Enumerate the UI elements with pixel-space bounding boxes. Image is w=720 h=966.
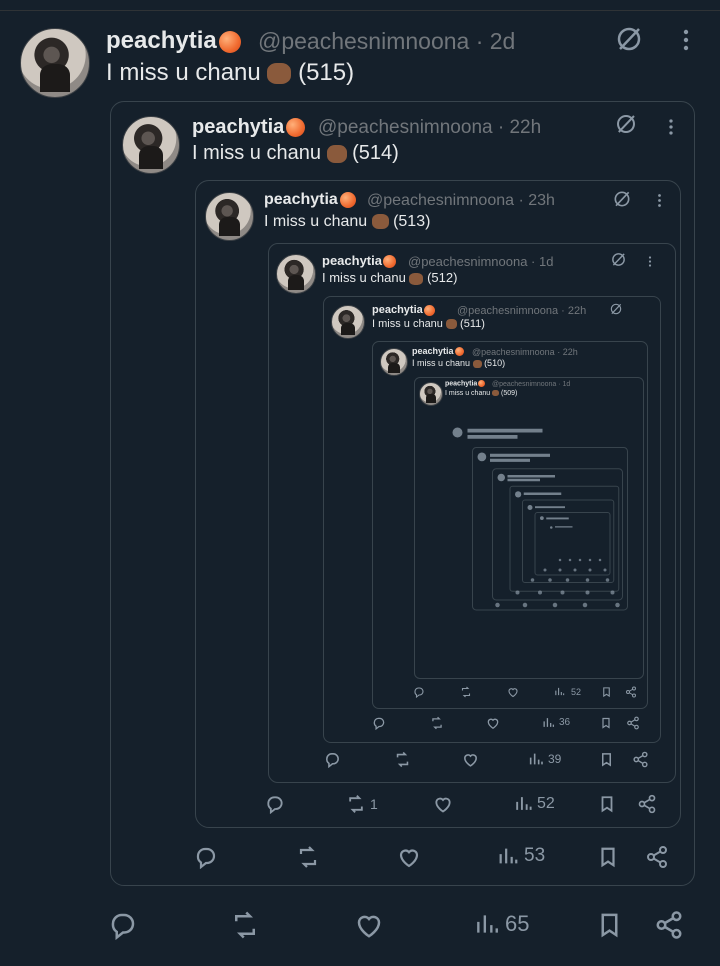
- reply-button[interactable]: [324, 751, 341, 768]
- tweet-text: I miss u chanu (514): [192, 142, 399, 164]
- grok-icon[interactable]: [614, 24, 644, 59]
- avatar[interactable]: [276, 254, 316, 294]
- avatar[interactable]: [331, 305, 365, 339]
- share-button[interactable]: [637, 794, 657, 814]
- share-button[interactable]: [645, 845, 669, 869]
- avatar[interactable]: [20, 28, 90, 98]
- bookmark-button[interactable]: [600, 716, 612, 730]
- like-button[interactable]: [433, 794, 453, 814]
- views-button[interactable]: 36: [542, 716, 570, 729]
- retweet-button[interactable]: [230, 910, 260, 940]
- more-icon[interactable]: [682, 28, 690, 57]
- grok-icon[interactable]: [614, 112, 638, 141]
- handle-timestamp[interactable]: @peachesnimnoona · 1d: [408, 254, 553, 269]
- display-name[interactable]: peachytia: [192, 116, 306, 139]
- more-icon[interactable]: [668, 118, 674, 141]
- peach-emoji-icon: [423, 304, 435, 316]
- retweet-button[interactable]: [460, 686, 472, 698]
- like-button[interactable]: [462, 751, 479, 768]
- views-button[interactable]: 39: [528, 751, 561, 767]
- like-button[interactable]: [486, 716, 500, 730]
- like-button[interactable]: [354, 910, 384, 940]
- avatar[interactable]: [205, 192, 254, 241]
- handle-timestamp[interactable]: @peachesnimnoona · 23h: [367, 192, 555, 210]
- tweet-text: I miss u chanu (515): [106, 59, 355, 86]
- top-divider: [0, 0, 720, 11]
- peach-emoji-icon: [478, 380, 486, 387]
- bookmark-button[interactable]: [601, 686, 612, 698]
- display-name[interactable]: peachytia: [445, 380, 486, 387]
- bear-emoji-icon: [267, 63, 292, 85]
- display-name[interactable]: peachytia: [106, 27, 241, 55]
- reply-button[interactable]: [265, 794, 285, 814]
- more-icon[interactable]: [648, 255, 652, 273]
- share-button[interactable]: [625, 686, 637, 698]
- retweet-button[interactable]: [296, 845, 320, 869]
- peach-emoji-icon: [339, 191, 356, 208]
- tweet-text: I miss u chanu (511): [372, 318, 485, 330]
- tweet-text: I miss u chanu (512): [322, 270, 458, 285]
- peach-emoji-icon: [454, 347, 464, 357]
- recursive-quote-tail: [452, 427, 628, 611]
- bookmark-button[interactable]: [597, 845, 619, 869]
- display-name[interactable]: peachytia: [372, 304, 435, 316]
- peach-emoji-icon: [286, 118, 306, 138]
- share-button[interactable]: [632, 751, 649, 768]
- tweet-text: I miss u chanu (509): [445, 390, 518, 397]
- like-button[interactable]: [397, 845, 421, 869]
- reply-button[interactable]: [108, 910, 138, 940]
- display-name[interactable]: peachytia: [264, 191, 356, 209]
- handle-timestamp[interactable]: @peachesnimnoona · 22h: [457, 305, 586, 317]
- peach-emoji-icon: [382, 255, 396, 269]
- tweet-text: I miss u chanu (513): [264, 213, 431, 230]
- retweet-button[interactable]: [430, 716, 444, 730]
- bear-emoji-icon: [492, 390, 500, 397]
- grok-icon[interactable]: [612, 189, 632, 214]
- more-icon[interactable]: [657, 193, 662, 213]
- peach-emoji-icon: [218, 30, 241, 53]
- views-count: 39: [548, 752, 562, 766]
- views-count: 52: [537, 794, 555, 812]
- bookmark-button[interactable]: [598, 794, 616, 814]
- display-name[interactable]: peachytia: [412, 346, 464, 357]
- views-button[interactable]: 52: [554, 686, 581, 697]
- retweet-button[interactable]: 1: [346, 794, 378, 814]
- avatar[interactable]: [380, 348, 408, 376]
- retweet-count: 1: [370, 796, 378, 812]
- views-count: 53: [524, 845, 546, 866]
- handle-timestamp[interactable]: @peachesnimnoona · 1d: [492, 381, 570, 388]
- handle-timestamp[interactable]: @peachesnimnoona · 22h: [472, 347, 578, 357]
- views-count: 52: [571, 686, 582, 697]
- like-button[interactable]: [507, 686, 519, 698]
- views-button[interactable]: 53: [497, 845, 545, 867]
- handle-timestamp[interactable]: @peachesnimnoona · 22h: [318, 117, 541, 139]
- views-count: 65: [505, 911, 530, 936]
- bookmark-button[interactable]: [596, 910, 623, 940]
- avatar[interactable]: [122, 116, 180, 174]
- bear-emoji-icon: [371, 214, 389, 230]
- reply-button[interactable]: [413, 686, 425, 698]
- share-button[interactable]: [626, 716, 640, 730]
- views-button[interactable]: 65: [474, 911, 529, 937]
- views-button[interactable]: 52: [514, 794, 555, 813]
- bear-emoji-icon: [409, 272, 424, 285]
- bear-emoji-icon: [326, 144, 347, 163]
- bear-emoji-icon: [445, 319, 457, 330]
- grok-icon[interactable]: [610, 251, 627, 273]
- display-name[interactable]: peachytia: [322, 253, 396, 269]
- handle-timestamp[interactable]: @peachesnimnoona · 2d: [258, 28, 515, 55]
- reply-button[interactable]: [372, 716, 386, 730]
- grok-icon[interactable]: [609, 302, 623, 321]
- views-count: 36: [559, 717, 571, 728]
- reply-button[interactable]: [194, 845, 218, 869]
- bookmark-button[interactable]: [599, 751, 614, 768]
- bear-emoji-icon: [472, 359, 482, 368]
- share-button[interactable]: [654, 910, 684, 940]
- tweet-text: I miss u chanu (510): [412, 358, 506, 368]
- retweet-button[interactable]: [394, 751, 411, 768]
